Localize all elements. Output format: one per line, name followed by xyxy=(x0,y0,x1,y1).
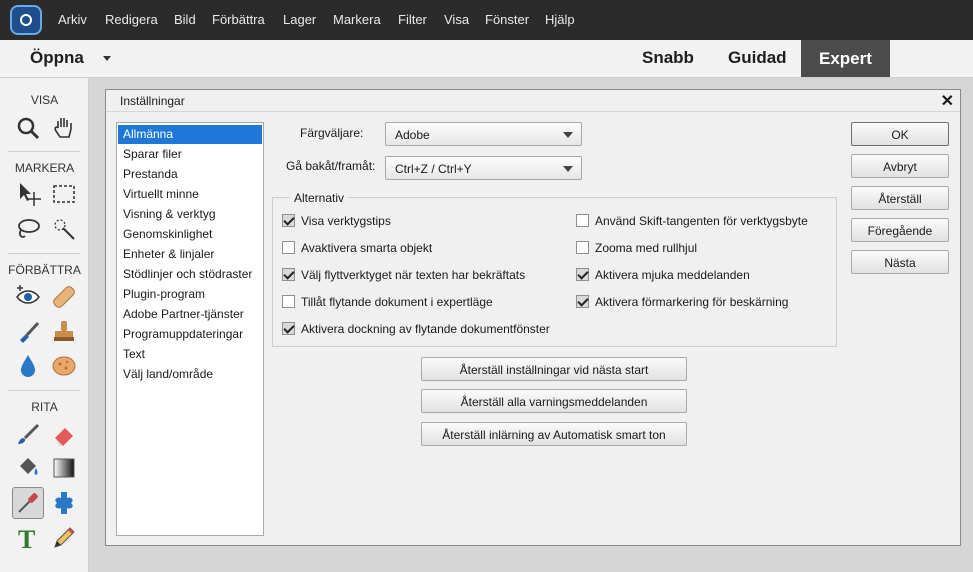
checkbox[interactable] xyxy=(576,268,589,281)
category-item[interactable]: Sparar filer xyxy=(118,145,262,164)
color-picker-value: Adobe xyxy=(395,128,430,142)
checkbox[interactable] xyxy=(282,241,295,254)
color-picker-icon[interactable] xyxy=(12,487,44,519)
tab-guidad[interactable]: Guidad xyxy=(728,48,787,68)
chevron-down-icon xyxy=(563,132,573,138)
zoom-icon[interactable] xyxy=(14,114,42,142)
section-visa-label: VISA xyxy=(30,93,59,107)
menu-filter[interactable]: Filter xyxy=(398,12,427,27)
ok-button[interactable]: OK xyxy=(851,122,949,146)
checkbox[interactable] xyxy=(576,295,589,308)
open-button[interactable]: Öppna xyxy=(30,48,84,68)
checkbox-label: Tillåt flytande dokument i expertläge xyxy=(301,295,493,309)
checkbox-label: Aktivera förmarkering för beskärning xyxy=(595,295,789,309)
close-icon[interactable]: ✕ xyxy=(941,91,954,111)
dialog-titlebar: Inställningar ✕ xyxy=(106,90,960,112)
checkbox[interactable] xyxy=(282,322,295,335)
dialog-title: Inställningar xyxy=(120,94,185,108)
cancel-button[interactable]: Avbryt xyxy=(851,154,949,178)
category-item[interactable]: Stödlinjer och stödraster xyxy=(118,265,262,284)
reset-preferences-button[interactable]: Återställ inställningar vid nästa start xyxy=(421,357,687,381)
type-icon[interactable]: T xyxy=(14,524,42,554)
category-item[interactable]: Visning & verktyg xyxy=(118,205,262,224)
reset-auto-smart-tone-button[interactable]: Återställ inlärning av Automatisk smart … xyxy=(421,422,687,446)
menu-bild[interactable]: Bild xyxy=(174,12,196,27)
checkbox[interactable] xyxy=(282,295,295,308)
reset-warnings-button[interactable]: Återställ alla varningsmeddelanden xyxy=(421,389,687,413)
category-item[interactable]: Enheter & linjaler xyxy=(118,245,262,264)
menu-forbattra[interactable]: Förbättra xyxy=(212,12,265,27)
next-button[interactable]: Nästa xyxy=(851,250,949,274)
blur-icon[interactable] xyxy=(14,352,42,380)
menu-lager[interactable]: Lager xyxy=(283,12,316,27)
paint-bucket-icon[interactable] xyxy=(14,454,42,482)
undo-value: Ctrl+Z / Ctrl+Y xyxy=(395,162,472,176)
menu-visa[interactable]: Visa xyxy=(444,12,469,27)
category-item[interactable]: Allmänna xyxy=(118,125,262,144)
section-rita-label: RITA xyxy=(31,400,58,414)
category-list[interactable]: Allmänna Sparar filer Prestanda Virtuell… xyxy=(116,122,264,536)
checkbox-label: Aktivera mjuka meddelanden xyxy=(595,268,750,282)
red-eye-icon[interactable] xyxy=(14,283,42,311)
tool-panel: VISA MARKERA FÖRBÄTTRA RITA T xyxy=(0,78,89,572)
section-forbattra-label: FÖRBÄTTRA xyxy=(8,263,81,277)
color-picker-select[interactable]: Adobe xyxy=(385,122,582,146)
menu-markera[interactable]: Markera xyxy=(333,12,381,27)
undo-label: Gå bakåt/framåt: xyxy=(286,159,376,173)
checkbox-label: Visa verktygstips xyxy=(301,214,391,228)
category-item[interactable]: Genomskinlighet xyxy=(118,225,262,244)
custom-shape-icon[interactable] xyxy=(50,489,78,517)
checkbox[interactable] xyxy=(282,214,295,227)
hand-icon[interactable] xyxy=(50,114,78,142)
checkbox-label: Använd Skift-tangenten för verktygsbyte xyxy=(595,214,808,228)
menu-redigera[interactable]: Redigera xyxy=(105,12,158,27)
menu-fonster[interactable]: Fönster xyxy=(485,12,529,27)
menu-bar: Arkiv Redigera Bild Förbättra Lager Mark… xyxy=(0,0,973,40)
category-item[interactable]: Plugin-program xyxy=(118,285,262,304)
checkbox[interactable] xyxy=(282,268,295,281)
mode-bar: Öppna Snabb Guidad Expert xyxy=(0,40,973,78)
brush-icon[interactable] xyxy=(14,420,42,448)
section-markera-label: MARKERA xyxy=(14,161,75,175)
checkbox-label: Aktivera dockning av flytande dokumentfö… xyxy=(301,322,550,336)
svg-text:T: T xyxy=(18,525,35,552)
checkbox-label: Avaktivera smarta objekt xyxy=(301,241,433,255)
previous-button[interactable]: Föregående xyxy=(851,218,949,242)
undo-select[interactable]: Ctrl+Z / Ctrl+Y xyxy=(385,156,582,180)
pencil-icon[interactable] xyxy=(50,524,78,552)
tab-snabb[interactable]: Snabb xyxy=(642,48,694,68)
tab-expert[interactable]: Expert xyxy=(801,40,890,77)
checkbox-label: Välj flyttverktyget när texten har bekrä… xyxy=(301,268,526,282)
menu-hjalp[interactable]: Hjälp xyxy=(545,12,575,27)
preferences-dialog: Inställningar ✕ Allmänna Sparar filer Pr… xyxy=(105,89,961,546)
menu-arkiv[interactable]: Arkiv xyxy=(58,12,87,27)
options-group-title: Alternativ xyxy=(290,191,349,205)
smart-brush-icon[interactable] xyxy=(14,318,42,346)
marquee-icon[interactable] xyxy=(50,180,78,208)
open-dropdown-icon[interactable] xyxy=(103,56,111,61)
category-item[interactable]: Text xyxy=(118,345,262,364)
color-picker-label: Färgväljare: xyxy=(300,126,364,140)
category-item[interactable]: Virtuellt minne xyxy=(118,185,262,204)
spot-healing-icon[interactable] xyxy=(50,283,78,311)
category-item[interactable]: Välj land/område xyxy=(118,365,262,384)
eraser-icon[interactable] xyxy=(50,420,78,448)
category-item[interactable]: Prestanda xyxy=(118,165,262,184)
gradient-icon[interactable] xyxy=(50,454,78,482)
move-icon[interactable] xyxy=(14,180,42,208)
category-item[interactable]: Adobe Partner-tjänster xyxy=(118,305,262,324)
checkbox[interactable] xyxy=(576,214,589,227)
quick-selection-icon[interactable] xyxy=(50,215,78,243)
category-item[interactable]: Programuppdateringar xyxy=(118,325,262,344)
reset-button[interactable]: Återställ xyxy=(851,186,949,210)
clone-stamp-icon[interactable] xyxy=(50,318,78,346)
checkbox[interactable] xyxy=(576,241,589,254)
lasso-icon[interactable] xyxy=(14,215,42,243)
chevron-down-icon xyxy=(563,166,573,172)
sponge-icon[interactable] xyxy=(50,352,78,380)
app-logo-icon[interactable] xyxy=(10,5,42,35)
checkbox-label: Zooma med rullhjul xyxy=(595,241,698,255)
